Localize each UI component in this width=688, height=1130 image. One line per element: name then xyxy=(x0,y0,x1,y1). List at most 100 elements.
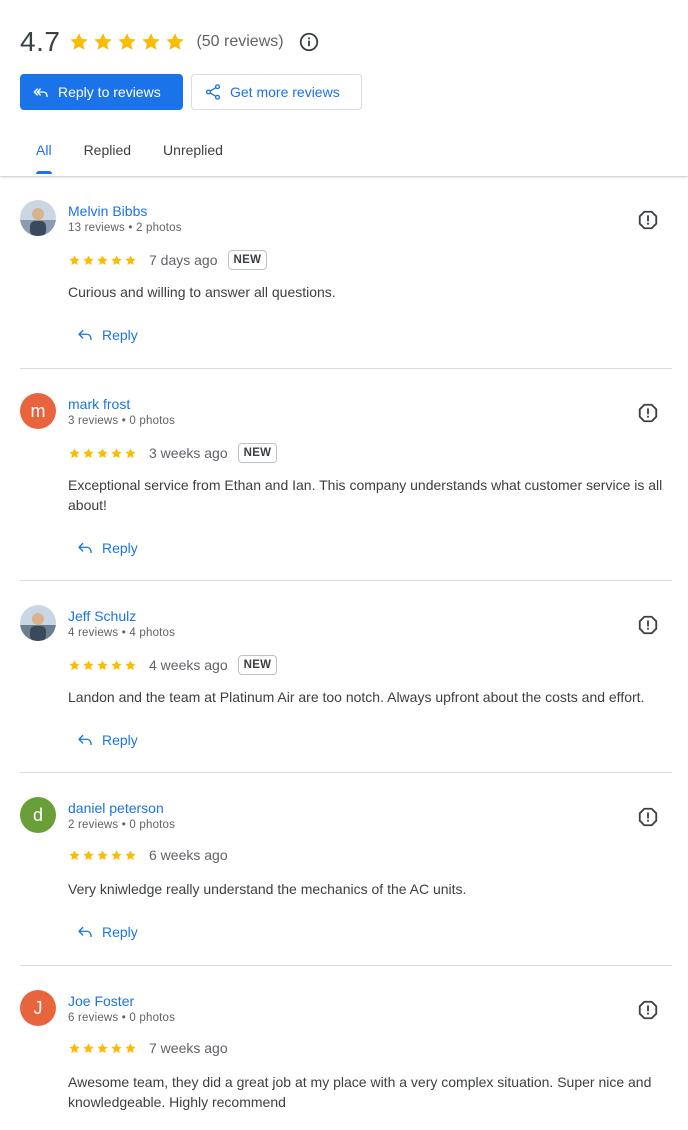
reply-label: Reply xyxy=(102,732,138,748)
reply-icon xyxy=(78,329,92,341)
star-icon xyxy=(69,659,80,670)
star-icon xyxy=(111,1042,122,1053)
avatar-letter: d xyxy=(32,804,43,825)
star-icon xyxy=(83,659,94,670)
get-more-reviews-label: Get more reviews xyxy=(230,84,340,100)
profile-photo xyxy=(20,200,56,236)
reviews-header: 4.7 (50 reviews) Reply to reviews Get mo… xyxy=(0,0,688,176)
reply-button[interactable]: Reply xyxy=(76,923,138,941)
review-date: 7 weeks ago xyxy=(149,1040,228,1056)
avatar[interactable]: m xyxy=(20,393,56,429)
star-icon xyxy=(83,254,94,265)
avatar[interactable] xyxy=(20,200,56,236)
rating-row: 7 days ago NEW xyxy=(68,250,268,270)
review-card: m mark frost 3 reviews • 0 photos 3 weeks a… xyxy=(20,369,672,581)
star-icon xyxy=(125,254,136,265)
review-stars xyxy=(68,1042,137,1055)
reply-all-icon xyxy=(33,88,48,98)
star-icon xyxy=(125,447,136,458)
star-icon xyxy=(97,1042,108,1053)
review-text: Landon and the team at Platinum Air are … xyxy=(68,689,645,705)
reviewer-name[interactable]: Jeff Schulz xyxy=(68,608,136,624)
star-icon xyxy=(97,659,108,670)
tab-unreplied[interactable]: Unreplied xyxy=(147,132,239,176)
star-icon xyxy=(142,33,161,50)
star-icon xyxy=(83,849,94,860)
review-card: d daniel peterson 2 reviews • 0 photos 6 we… xyxy=(20,773,672,966)
rating-summary: 4.7 (50 reviews) xyxy=(20,24,320,60)
review-date: 7 days ago xyxy=(149,252,218,268)
tab-all[interactable]: All xyxy=(20,132,68,176)
rating-stars xyxy=(68,31,186,53)
report-icon[interactable] xyxy=(637,999,659,1021)
review-stars xyxy=(68,659,137,672)
info-icon[interactable] xyxy=(298,31,320,53)
report-icon[interactable] xyxy=(637,209,659,231)
review-card: Jeff Schulz 4 reviews • 4 photos 4 weeks a… xyxy=(20,581,672,773)
star-icon xyxy=(69,447,80,458)
star-icon xyxy=(166,33,185,50)
reply-to-reviews-label: Reply to reviews xyxy=(58,84,161,100)
star-icon xyxy=(125,849,136,860)
report-icon[interactable] xyxy=(637,614,659,636)
reply-button[interactable]: Reply xyxy=(76,539,138,557)
reviewer-meta: 4 reviews • 4 photos xyxy=(68,627,176,639)
avatar[interactable]: J xyxy=(20,990,56,1026)
avatar[interactable]: d xyxy=(20,797,56,833)
star-icon xyxy=(94,33,113,50)
report-icon[interactable] xyxy=(637,806,659,828)
share-icon xyxy=(205,84,221,100)
avatar[interactable] xyxy=(20,605,56,641)
reviewer-name[interactable]: Joe Foster xyxy=(68,993,134,1009)
review-stars xyxy=(68,849,137,862)
reviewer-name[interactable]: mark frost xyxy=(68,396,130,412)
review-text: Curious and willing to answer all questi… xyxy=(68,284,336,300)
new-badge: NEW xyxy=(227,250,268,270)
star-icon xyxy=(97,447,108,458)
review-text: Very kniwledge really understand the mec… xyxy=(68,881,467,897)
new-badge: NEW xyxy=(237,443,278,463)
reviewer-name[interactable]: Melvin Bibbs xyxy=(68,203,147,219)
reviewer-meta: 2 reviews • 0 photos xyxy=(68,819,176,831)
reply-label: Reply xyxy=(102,924,138,940)
avatar-letter: J xyxy=(33,997,43,1018)
reviewer-name[interactable]: daniel peterson xyxy=(68,800,164,816)
tab-replied[interactable]: Replied xyxy=(68,132,147,176)
star-icon xyxy=(69,254,80,265)
review-stars xyxy=(68,254,137,267)
review-count: (50 reviews) xyxy=(196,33,284,50)
reply-label: Reply xyxy=(102,540,138,556)
profile-photo xyxy=(20,605,56,641)
rating-row: 3 weeks ago NEW xyxy=(68,443,278,463)
reply-label: Reply xyxy=(102,327,138,343)
rating-row: 4 weeks ago NEW xyxy=(68,655,278,675)
action-buttons: Reply to reviews Get more reviews xyxy=(20,74,362,110)
review-date: 3 weeks ago xyxy=(149,445,228,461)
report-icon[interactable] xyxy=(637,402,659,424)
review-card: Melvin Bibbs 13 reviews • 2 photos 7 days … xyxy=(20,176,672,369)
star-icon xyxy=(125,659,136,670)
star-icon xyxy=(70,33,89,50)
star-icon xyxy=(69,1042,80,1053)
review-card: J Joe Foster 6 reviews • 0 photos 7 weeks a… xyxy=(20,966,672,1130)
rating-row: 7 weeks ago xyxy=(68,1040,238,1056)
review-list: Melvin Bibbs 13 reviews • 2 photos 7 days … xyxy=(0,176,688,1130)
reply-to-reviews-button[interactable]: Reply to reviews xyxy=(20,74,183,110)
review-date: 4 weeks ago xyxy=(149,657,228,673)
star-icon xyxy=(97,254,108,265)
get-more-reviews-button[interactable]: Get more reviews xyxy=(191,74,362,110)
star-icon xyxy=(97,849,108,860)
review-text: Exceptional service from Ethan and Ian. … xyxy=(68,477,663,513)
reply-button[interactable]: Reply xyxy=(76,731,138,749)
avatar-letter: m xyxy=(30,400,46,421)
star-icon xyxy=(83,1042,94,1053)
reviewer-meta: 13 reviews • 2 photos xyxy=(68,222,182,234)
review-text: Awesome team, they did a great job at my… xyxy=(68,1074,652,1110)
star-icon xyxy=(111,254,122,265)
review-tabs: All Replied Unreplied xyxy=(20,132,239,176)
reply-button[interactable]: Reply xyxy=(76,326,138,344)
average-rating: 4.7 xyxy=(20,26,61,57)
star-icon xyxy=(111,849,122,860)
review-date: 6 weeks ago xyxy=(149,847,228,863)
star-icon xyxy=(118,33,137,50)
